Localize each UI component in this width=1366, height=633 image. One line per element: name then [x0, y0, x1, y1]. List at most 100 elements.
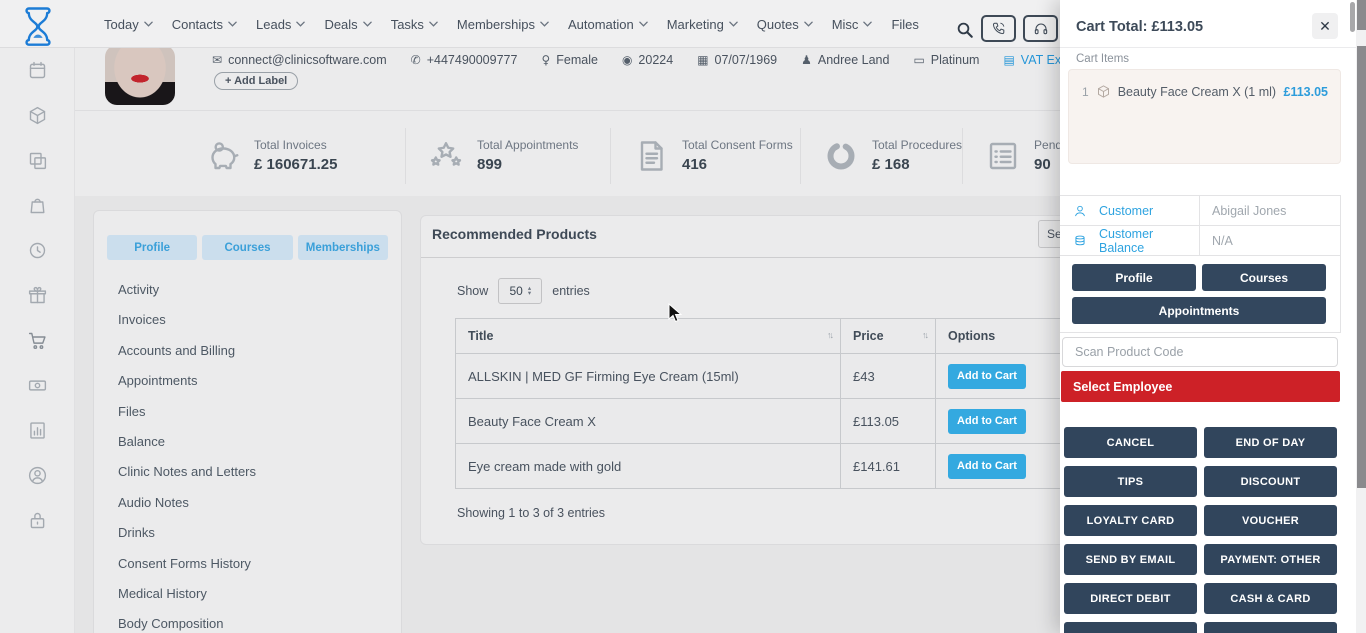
divider: [1199, 226, 1200, 255]
stat-label: Total Procedures: [872, 138, 962, 152]
customer-row-label[interactable]: Customer Balance: [1099, 227, 1199, 255]
headset-button[interactable]: [1023, 15, 1058, 42]
nav-menu-label: Today: [104, 17, 139, 32]
column-header-title[interactable]: Title↑↓: [456, 319, 841, 354]
customer-row: Customer Abigail Jones: [1060, 196, 1340, 226]
select-employee-button[interactable]: Select Employee: [1061, 371, 1340, 402]
client-menu-item[interactable]: Activity: [94, 275, 401, 305]
nav-menu-item[interactable]: Memberships: [457, 17, 549, 32]
nav-menu-item[interactable]: Deals: [324, 17, 371, 32]
pos-action-button-partial[interactable]: [1064, 622, 1197, 633]
client-menu-item[interactable]: Drinks: [94, 518, 401, 548]
product-row: Eye cream made with gold £141.61 Add to …: [456, 444, 1101, 489]
sidebar-cart-icon[interactable]: [0, 318, 75, 363]
sidebar-calendar-icon[interactable]: [0, 48, 75, 93]
client-gender: ♀Female: [541, 53, 597, 67]
client-tab[interactable]: Memberships: [298, 235, 388, 260]
cart-item[interactable]: 1 Beauty Face Cream X (1 ml) £113.05: [1069, 70, 1340, 99]
cart-items-box: 1 Beauty Face Cream X (1 ml) £113.05: [1068, 69, 1341, 164]
sidebar-money-icon[interactable]: [0, 363, 75, 408]
nav-menu-item[interactable]: Tasks: [391, 17, 438, 32]
nav-menu-item[interactable]: Marketing: [667, 17, 738, 32]
stat-item: Total Appointments 899: [405, 128, 610, 184]
card-icon: ▭: [913, 53, 924, 67]
sidebar-lock-icon[interactable]: [0, 498, 75, 543]
client-menu-item[interactable]: Medical History: [94, 579, 401, 609]
sidebar-report-icon[interactable]: [0, 408, 75, 453]
pos-action-button[interactable]: DISCOUNT: [1204, 466, 1337, 497]
sidebar-gift-icon[interactable]: [0, 273, 75, 318]
search-icon[interactable]: [956, 21, 974, 39]
phone-icon: ✆: [411, 53, 421, 67]
nav-menu-item[interactable]: Today: [104, 17, 153, 32]
pos-action-button[interactable]: CASH & CARD: [1204, 583, 1337, 614]
nav-menu-item[interactable]: Automation: [568, 17, 648, 32]
client-menu-item[interactable]: Files: [94, 397, 401, 427]
nav-menu-item[interactable]: Misc: [832, 17, 873, 32]
pos-action-button[interactable]: END OF DAY: [1204, 427, 1337, 458]
client-menu-item[interactable]: Balance: [94, 427, 401, 457]
headset-icon: [1033, 21, 1049, 37]
customer-row-icon: [1073, 234, 1087, 248]
phone-call-button[interactable]: [981, 15, 1016, 42]
customer-buttons: Profile Courses Appointments: [1072, 264, 1326, 324]
pos-action-button[interactable]: LOYALTY CARD: [1064, 505, 1197, 536]
client-phone[interactable]: ✆+447490009777: [411, 53, 518, 67]
nav-menu-item[interactable]: Quotes: [757, 17, 813, 32]
client-menu-item[interactable]: Audio Notes: [94, 488, 401, 518]
product-price-cell: £141.61: [841, 444, 936, 489]
pos-action-button[interactable]: CANCEL: [1064, 427, 1197, 458]
pos-action-button-partial[interactable]: [1204, 622, 1337, 633]
add-to-cart-button[interactable]: Add to Cart: [948, 364, 1026, 389]
window-scrollbar-thumb-top[interactable]: [1357, 0, 1366, 30]
client-menu-item[interactable]: Clinic Notes and Letters: [94, 457, 401, 487]
stat-label: Total Consent Forms: [682, 138, 793, 152]
sidebar-products-icon[interactable]: [0, 93, 75, 138]
product-row: ALLSKIN | MED GF Firming Eye Cream (15ml…: [456, 354, 1101, 399]
client-tab[interactable]: Profile: [107, 235, 197, 260]
customer-row-label[interactable]: Customer: [1099, 204, 1199, 218]
nav-menu-item[interactable]: Leads: [256, 17, 305, 32]
pos-action-partial-row: [1064, 622, 1337, 633]
nav-menu-label: Memberships: [457, 17, 535, 32]
nav-menu-label: Tasks: [391, 17, 424, 32]
stat-item: Total Consent Forms 416: [610, 128, 800, 184]
window-scrollbar-thumb[interactable]: [1357, 46, 1366, 488]
cart-scrollbar-thumb[interactable]: [1350, 2, 1355, 32]
pos-action-button[interactable]: SEND BY EMAIL: [1064, 544, 1197, 575]
clinicsoftware-logo-icon[interactable]: [16, 3, 60, 47]
sidebar-duplicate-icon[interactable]: [0, 138, 75, 183]
cart-items-label: Cart Items: [1076, 53, 1129, 65]
pos-action-button[interactable]: DIRECT DEBIT: [1064, 583, 1197, 614]
client-tab[interactable]: Courses: [202, 235, 292, 260]
add-label-button[interactable]: + Add Label: [214, 72, 298, 90]
sidebar-history-icon[interactable]: [0, 228, 75, 273]
pos-action-button[interactable]: VOUCHER: [1204, 505, 1337, 536]
pos-action-button[interactable]: TIPS: [1064, 466, 1197, 497]
nav-menu-item[interactable]: Files: [891, 17, 918, 32]
customer-courses-button[interactable]: Courses: [1202, 264, 1326, 291]
page-size-select[interactable]: 50 ▴▾: [498, 278, 542, 304]
column-header-price[interactable]: Price↑↓: [841, 319, 936, 354]
add-to-cart-button[interactable]: Add to Cart: [948, 454, 1026, 479]
close-icon[interactable]: ✕: [1312, 13, 1338, 39]
client-menu-item[interactable]: Invoices: [94, 305, 401, 335]
client-avatar[interactable]: [105, 45, 175, 105]
sidebar-user-account-icon[interactable]: [0, 453, 75, 498]
customer-appointments-button[interactable]: Appointments: [1072, 297, 1326, 324]
client-menu-item[interactable]: Body Composition: [94, 609, 401, 633]
client-email[interactable]: ✉connect@clinicsoftware.com: [212, 53, 387, 67]
scan-product-code-input[interactable]: [1062, 337, 1338, 367]
stat-value: £ 168: [872, 156, 910, 173]
recommended-products-title: Recommended Products: [432, 226, 597, 242]
nav-menu-item[interactable]: Contacts: [172, 17, 237, 32]
customer-profile-button[interactable]: Profile: [1072, 264, 1196, 291]
add-to-cart-button[interactable]: Add to Cart: [948, 409, 1026, 434]
sidebar-shopping-bag-icon[interactable]: [0, 183, 75, 228]
pos-action-button[interactable]: PAYMENT: OTHER: [1204, 544, 1337, 575]
calendar-icon: ▦: [697, 53, 708, 67]
client-menu-item[interactable]: Accounts and Billing: [94, 336, 401, 366]
client-menu-item[interactable]: Appointments: [94, 366, 401, 396]
nav-menu-label: Automation: [568, 17, 634, 32]
client-menu-item[interactable]: Consent Forms History: [94, 549, 401, 579]
